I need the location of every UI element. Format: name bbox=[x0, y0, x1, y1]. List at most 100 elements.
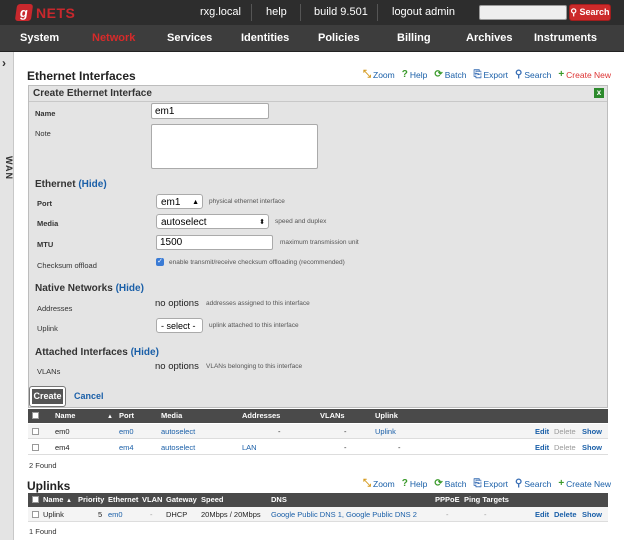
col-name[interactable]: Name bbox=[43, 493, 63, 507]
show-link[interactable]: Show bbox=[582, 440, 602, 455]
show-link[interactable]: Show bbox=[582, 424, 602, 439]
search-button[interactable]: ⚲ Search bbox=[515, 69, 551, 80]
hide-native-link[interactable]: (Hide) bbox=[116, 283, 144, 294]
edit-link[interactable]: Edit bbox=[535, 507, 549, 522]
nav-services[interactable]: Services bbox=[167, 25, 212, 52]
nav-instruments[interactable]: Instruments bbox=[534, 25, 597, 52]
zoom-button[interactable]: ⤡ Zoom bbox=[363, 478, 395, 489]
batch-button[interactable]: ⟳ Batch bbox=[434, 478, 466, 489]
nav-archives[interactable]: Archives bbox=[466, 25, 512, 52]
col-vlans[interactable]: VLANs bbox=[320, 409, 345, 423]
top-search-input[interactable] bbox=[479, 5, 567, 20]
help-button[interactable]: ? Help bbox=[402, 69, 428, 80]
ethernet-toolbar: ⤡ Zoom ? Help ⟳ Batch ⎘ Export ⚲ Search + Crea… bbox=[363, 69, 611, 80]
sort-asc-icon[interactable]: ▲ bbox=[66, 493, 72, 507]
native-group-title: Native Networks (Hide) bbox=[35, 283, 144, 294]
cell-media[interactable]: autoselect bbox=[161, 440, 195, 455]
port-select[interactable]: em1 ▲ bbox=[156, 194, 203, 209]
show-link[interactable]: Show bbox=[582, 507, 602, 522]
col-vlan[interactable]: VLAN bbox=[142, 493, 162, 507]
cell-dns[interactable]: Google Public DNS 1, Google Public DNS 2 bbox=[271, 507, 417, 522]
table-row[interactable]: em4 em4 autoselect LAN - - Edit Delete S… bbox=[28, 440, 608, 455]
table-row[interactable]: Uplink 5 em0 - DHCP 20Mbps / 20Mbps Goog… bbox=[28, 507, 608, 522]
search-label: Search bbox=[524, 478, 552, 489]
checksum-label: Checksum offload bbox=[37, 261, 97, 270]
col-priority[interactable]: Priority bbox=[78, 493, 104, 507]
col-name[interactable]: Name bbox=[55, 409, 75, 423]
cell-media[interactable]: autoselect bbox=[161, 424, 195, 439]
col-port[interactable]: Port bbox=[119, 409, 134, 423]
delete-link[interactable]: Delete bbox=[554, 507, 577, 522]
rg-nets-logo[interactable]: g NETS bbox=[14, 3, 75, 22]
col-uplink[interactable]: Uplink bbox=[375, 409, 398, 423]
export-button[interactable]: ⎘ Export bbox=[473, 478, 508, 489]
help-link[interactable]: help bbox=[266, 0, 287, 25]
table-row[interactable]: em0 em0 autoselect - - Uplink Edit Delet… bbox=[28, 424, 608, 439]
create-new-label: Create New bbox=[566, 69, 612, 80]
export-label: Export bbox=[483, 478, 509, 489]
cell-ethernet[interactable]: em0 bbox=[108, 507, 123, 522]
zoom-button[interactable]: ⤡ Zoom bbox=[363, 69, 395, 80]
help-button[interactable]: ? Help bbox=[402, 478, 428, 489]
select-all-checkbox[interactable] bbox=[32, 496, 39, 503]
col-addresses[interactable]: Addresses bbox=[242, 409, 280, 423]
vlans-value: no options bbox=[155, 361, 199, 372]
nav-system[interactable]: System bbox=[20, 25, 59, 52]
checksum-checkbox[interactable]: ✓ bbox=[156, 258, 164, 266]
cancel-button[interactable]: Cancel bbox=[74, 391, 104, 401]
nav-network[interactable]: Network bbox=[92, 25, 135, 52]
batch-button[interactable]: ⟳ Batch bbox=[434, 69, 466, 80]
delete-link[interactable]: Delete bbox=[554, 440, 576, 455]
logout-link[interactable]: logout admin bbox=[392, 0, 455, 25]
help-label: Help bbox=[409, 69, 428, 80]
search-button[interactable]: ⚲ Search bbox=[515, 478, 551, 489]
col-speed[interactable]: Speed bbox=[201, 493, 224, 507]
delete-link[interactable]: Delete bbox=[554, 424, 576, 439]
create-ethernet-panel: Create Ethernet Interface x bbox=[28, 85, 608, 408]
create-button[interactable]: Create bbox=[29, 386, 66, 407]
nav-billing[interactable]: Billing bbox=[397, 25, 431, 52]
host-link[interactable]: rxg.local bbox=[200, 0, 241, 25]
build-link[interactable]: build 9.501 bbox=[314, 0, 368, 25]
row-checkbox[interactable] bbox=[32, 444, 39, 451]
sort-asc-icon[interactable]: ▲ bbox=[107, 409, 113, 423]
export-icon: ⎘ bbox=[473, 478, 482, 489]
cell-port[interactable]: em4 bbox=[119, 440, 134, 455]
port-hint: physical ethernet interface bbox=[209, 198, 285, 205]
col-gateway[interactable]: Gateway bbox=[166, 493, 197, 507]
top-search-button[interactable]: ⚲ Search bbox=[569, 4, 611, 21]
mtu-input[interactable]: 1500 bbox=[156, 235, 273, 250]
cell-port[interactable]: em0 bbox=[119, 424, 134, 439]
cell-addresses[interactable]: LAN bbox=[242, 440, 257, 455]
nav-policies[interactable]: Policies bbox=[318, 25, 360, 52]
edit-link[interactable]: Edit bbox=[535, 424, 549, 439]
edit-link[interactable]: Edit bbox=[535, 440, 549, 455]
col-ethernet[interactable]: Ethernet bbox=[108, 493, 138, 507]
cell-addresses: - bbox=[278, 427, 281, 436]
side-tab[interactable]: › WAN bbox=[0, 52, 14, 540]
media-select[interactable]: autoselect ⬍ bbox=[156, 214, 269, 229]
top-divider bbox=[251, 4, 252, 21]
col-ping-targets[interactable]: Ping Targets bbox=[464, 493, 509, 507]
close-icon[interactable]: x bbox=[594, 88, 604, 98]
note-textarea[interactable] bbox=[151, 124, 318, 169]
row-checkbox[interactable] bbox=[32, 428, 39, 435]
uplink-select[interactable]: - select - bbox=[156, 318, 203, 333]
row-checkbox[interactable] bbox=[32, 511, 39, 518]
search-icon: ⚲ bbox=[515, 69, 523, 80]
col-dns[interactable]: DNS bbox=[271, 493, 287, 507]
select-all-checkbox[interactable] bbox=[32, 412, 39, 419]
nav-identities[interactable]: Identities bbox=[241, 25, 289, 52]
hide-attached-link[interactable]: (Hide) bbox=[131, 347, 159, 358]
export-button[interactable]: ⎘ Export bbox=[473, 69, 508, 80]
media-value: autoselect bbox=[161, 217, 207, 228]
create-new-button[interactable]: + Create New bbox=[558, 69, 611, 80]
chevron-right-icon[interactable]: › bbox=[2, 56, 6, 70]
col-media[interactable]: Media bbox=[161, 409, 182, 423]
cell-uplink[interactable]: Uplink bbox=[375, 424, 396, 439]
create-new-button[interactable]: + Create New bbox=[558, 478, 611, 489]
name-input[interactable]: em1 bbox=[151, 103, 269, 119]
hide-ethernet-link[interactable]: (Hide) bbox=[78, 179, 106, 190]
cell-gateway: DHCP bbox=[166, 510, 188, 519]
col-pppoe[interactable]: PPPoE bbox=[435, 493, 460, 507]
